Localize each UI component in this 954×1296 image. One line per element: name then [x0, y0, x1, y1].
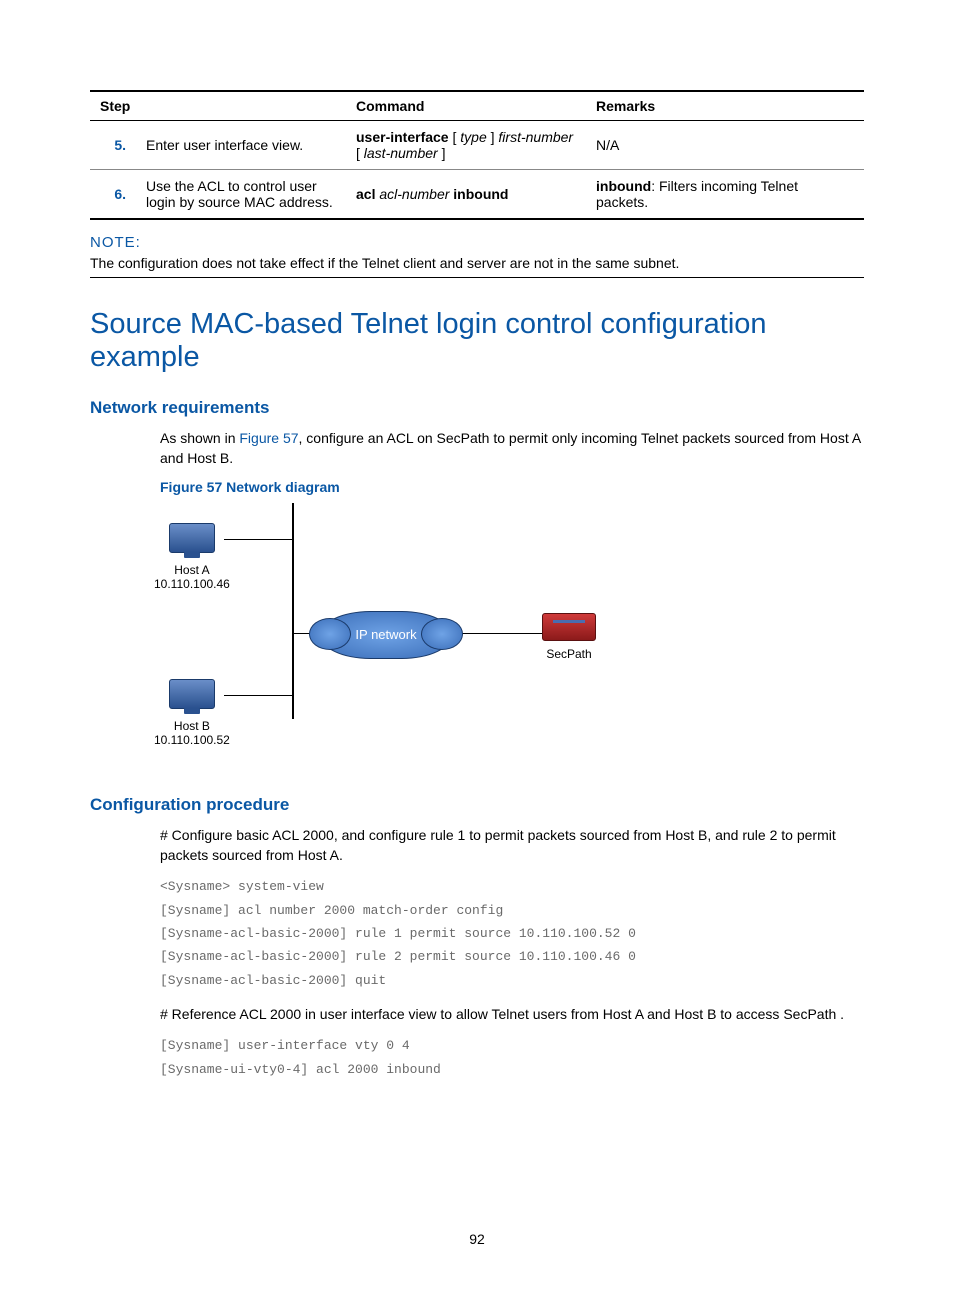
host-b-label: Host B	[154, 719, 230, 733]
page-number: 92	[90, 1231, 864, 1247]
figure-caption: Figure 57 Network diagram	[160, 479, 864, 495]
host-a-ip: 10.110.100.46	[154, 577, 230, 591]
page-title: Source MAC-based Telnet login control co…	[90, 308, 864, 374]
line	[224, 539, 292, 541]
section-configuration-procedure: Configuration procedure	[90, 795, 864, 815]
step-desc: Use the ACL to control user login by sou…	[136, 170, 346, 220]
network-requirements-paragraph: As shown in Figure 57, configure an ACL …	[160, 428, 864, 469]
line	[450, 633, 542, 635]
figure-link[interactable]: Figure 57	[239, 430, 298, 446]
step-number: 5.	[90, 121, 136, 170]
config-paragraph-2: # Reference ACL 2000 in user interface v…	[160, 1004, 864, 1024]
table-row: 6. Use the ACL to control user login by …	[90, 170, 864, 220]
table-row: 5. Enter user interface view. user-inter…	[90, 121, 864, 170]
host-b: Host B 10.110.100.52	[154, 679, 230, 747]
step-desc: Enter user interface view.	[136, 121, 346, 170]
line	[224, 695, 292, 697]
section-network-requirements: Network requirements	[90, 398, 864, 418]
col-remarks: Remarks	[586, 91, 864, 121]
network-diagram: Host A 10.110.100.46 Host B 10.110.100.5…	[160, 501, 630, 771]
command-table: Step Command Remarks 5. Enter user inter…	[90, 90, 864, 220]
pc-icon	[169, 679, 215, 709]
col-step: Step	[90, 91, 346, 121]
code-block-1: <Sysname> system-view [Sysname] acl numb…	[160, 875, 864, 992]
note-text: The configuration does not take effect i…	[90, 255, 864, 271]
note-block: NOTE: The configuration does not take ef…	[90, 234, 864, 278]
secpath-label: SecPath	[542, 647, 596, 661]
step-remarks: inbound: Filters incoming Telnet packets…	[586, 170, 864, 220]
router-icon	[542, 613, 596, 641]
code-block-2: [Sysname] user-interface vty 0 4 [Sysnam…	[160, 1034, 864, 1081]
host-a-label: Host A	[154, 563, 230, 577]
pc-icon	[169, 523, 215, 553]
note-title: NOTE:	[90, 234, 864, 251]
line	[292, 503, 294, 719]
cloud-label: IP network	[355, 627, 416, 642]
step-command: user-interface [ type ] first-number [ l…	[346, 121, 586, 170]
step-command: acl acl-number inbound	[346, 170, 586, 220]
step-number: 6.	[90, 170, 136, 220]
host-a: Host A 10.110.100.46	[154, 523, 230, 591]
page-content: Step Command Remarks 5. Enter user inter…	[0, 0, 954, 1287]
ip-network-cloud: IP network	[320, 611, 452, 659]
host-b-ip: 10.110.100.52	[154, 733, 230, 747]
step-remarks: N/A	[586, 121, 864, 170]
config-paragraph-1: # Configure basic ACL 2000, and configur…	[160, 825, 864, 866]
secpath-device: SecPath	[542, 613, 596, 661]
col-command: Command	[346, 91, 586, 121]
